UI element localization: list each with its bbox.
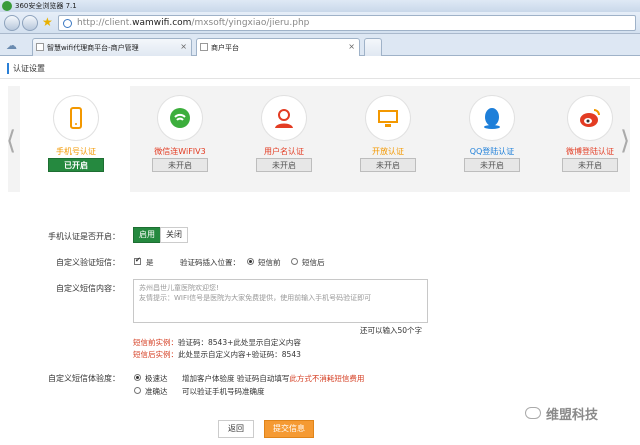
code-position-label: 验证码插入位置： [180, 258, 240, 267]
back-nav-icon[interactable] [4, 15, 20, 31]
fast-desc: 增加客户体验度 验证码自动填写此方式不消耗短信费用 [182, 374, 365, 383]
fast-label: 极速达 [145, 374, 168, 383]
method-status-button[interactable]: 未开启 [152, 158, 208, 172]
carousel-prev-icon[interactable]: ⟨ [6, 126, 16, 156]
wechat-wifi-icon [158, 96, 202, 140]
method-wechat[interactable]: 微信连WiFIV3 未开启 [140, 86, 220, 192]
browser-titlebar: 360安全浏览器 7.1 [0, 0, 640, 12]
cloud-icon[interactable]: ☁ [6, 39, 17, 52]
sms-content-textarea[interactable]: 苏州昌世儿童医院欢迎您! 友情提示：WIFI信号是医院为大家免费提供，使用前输入… [133, 279, 428, 323]
address-toolbar: ★ http://client.wamwifi.com/mxsoft/yingx… [0, 12, 640, 34]
url-text: http://client.wamwifi.com/mxsoft/yingxia… [77, 18, 310, 28]
method-phone[interactable]: 手机号认证 已开启 [36, 86, 116, 192]
pos-before-label: 短信前 [258, 258, 281, 267]
remaining-chars: 还可以输入50个字 [360, 326, 423, 335]
accurate-desc: 可以验证手机号码准确度 [182, 387, 265, 396]
qq-penguin-icon [470, 96, 514, 140]
enable-toggle[interactable]: 启用 [133, 227, 161, 243]
page-header: 认证设置 [0, 57, 640, 79]
phone-icon [54, 96, 98, 140]
close-icon[interactable]: × [348, 42, 355, 51]
tab-label: 智慧wifi代理商平台-商户管理 [47, 44, 139, 52]
custom-sms-yes: 是 [146, 258, 154, 267]
sms-content-label: 自定义短信内容： [56, 284, 120, 293]
pos-after-radio[interactable] [291, 258, 298, 265]
pos-before-radio[interactable] [247, 258, 254, 265]
forward-nav-icon[interactable] [22, 15, 38, 31]
tab-merchant-platform[interactable]: 商户平台 × [196, 38, 360, 56]
user-icon [262, 96, 306, 140]
page-title: 认证设置 [13, 64, 45, 73]
method-status-button[interactable]: 未开启 [360, 158, 416, 172]
monitor-icon [366, 96, 410, 140]
sms-line-2: 友情提示：WIFI信号是医院为大家免费提供，使用前输入手机号码验证即可 [139, 294, 372, 302]
sms-line-1: 苏州昌世儿童医院欢迎您! [139, 284, 219, 292]
phone-auth-label: 手机认证是否开启： [48, 232, 120, 241]
method-label: QQ登陆认证 [469, 147, 515, 156]
custom-sms-checkbox[interactable]: ✔ [134, 256, 141, 265]
check-icon: ✔ [135, 256, 141, 264]
accurate-radio[interactable] [134, 387, 141, 394]
new-tab-button[interactable] [364, 38, 382, 56]
disable-toggle[interactable]: 关闭 [160, 227, 188, 243]
custom-sms-label: 自定义验证短信： [56, 258, 120, 267]
example-before: 短信前实例：验证码：8543+此处显示自定义内容 [133, 338, 301, 347]
favorite-star-icon[interactable]: ★ [42, 15, 53, 29]
page-icon [200, 43, 208, 51]
watermark-text: 维盟科技 [546, 408, 599, 423]
browser-title: 360安全浏览器 7.1 [15, 2, 77, 10]
globe-icon [63, 19, 72, 28]
method-label: 微博登陆认证 [566, 147, 614, 156]
tab-agent-platform[interactable]: 智慧wifi代理商平台-商户管理 × [32, 38, 192, 56]
method-label: 用户名认证 [264, 147, 304, 156]
method-weibo[interactable]: 微博登陆认证 未开启 [550, 86, 630, 192]
close-icon[interactable]: × [180, 42, 187, 51]
tab-bar: ☁ 智慧wifi代理商平台-商户管理 × 商户平台 × [0, 34, 640, 56]
method-status-button[interactable]: 未开启 [464, 158, 520, 172]
method-qq[interactable]: QQ登陆认证 未开启 [452, 86, 532, 192]
fast-radio[interactable] [134, 374, 141, 381]
example-after: 短信后实例：此处显示自定义内容+验证码：8543 [133, 350, 301, 359]
back-button[interactable]: 返回 [218, 420, 254, 438]
method-status-button[interactable]: 未开启 [256, 158, 312, 172]
method-status-button[interactable]: 未开启 [562, 158, 618, 172]
method-label: 手机号认证 [56, 147, 96, 156]
submit-button[interactable]: 提交信息 [264, 420, 314, 438]
auth-method-carousel: ⟨ ⟩ 手机号认证 已开启 微信连WiFIV3 未开启 用户名认证 未开启 开放… [6, 86, 630, 192]
tab-label: 商户平台 [211, 44, 239, 52]
accurate-label: 准确达 [145, 387, 168, 396]
header-accent [7, 63, 9, 74]
method-username[interactable]: 用户名认证 未开启 [244, 86, 324, 192]
method-status-button[interactable]: 已开启 [48, 158, 104, 172]
page-icon [36, 43, 44, 51]
wechat-watermark-icon [525, 407, 541, 419]
pos-after-label: 短信后 [302, 258, 325, 267]
method-label: 开放认证 [372, 147, 404, 156]
sms-exp-label: 自定义短信体验度： [48, 374, 120, 383]
weibo-icon [568, 96, 612, 140]
url-bar[interactable]: http://client.wamwifi.com/mxsoft/yingxia… [58, 15, 636, 31]
method-open[interactable]: 开放认证 未开启 [348, 86, 428, 192]
method-label: 微信连WiFIV3 [154, 147, 206, 156]
browser-logo-icon [2, 1, 12, 11]
